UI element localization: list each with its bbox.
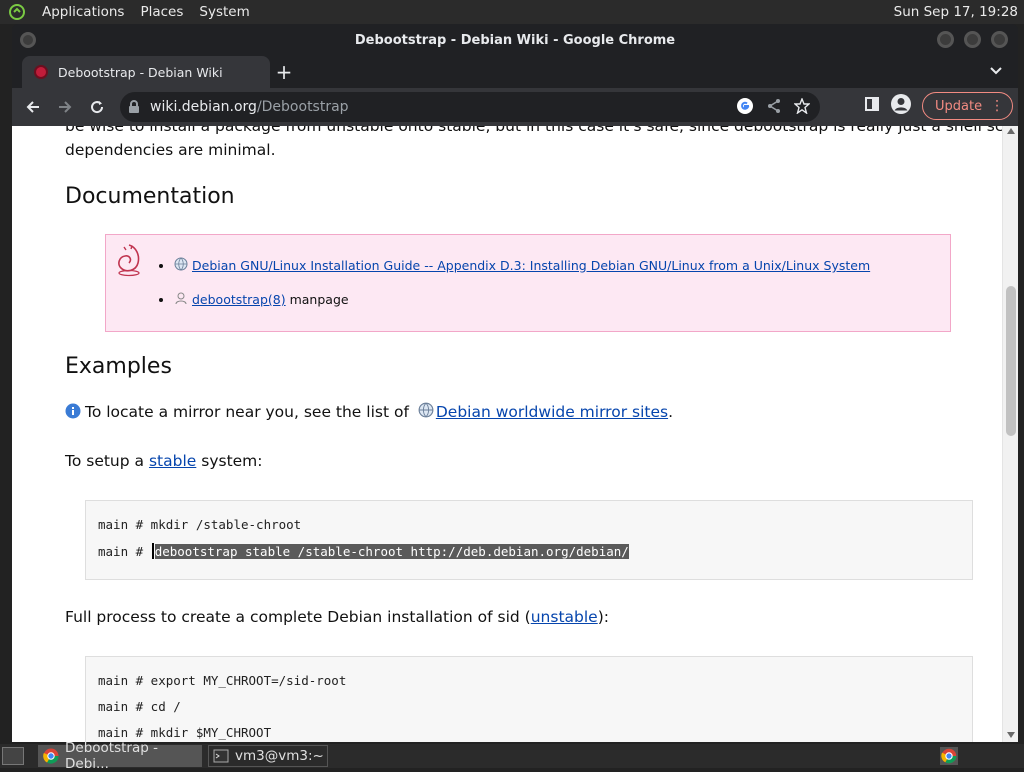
code-line[interactable]: main # mkdir $MY_CHROOT <box>98 725 271 740</box>
debian-favicon-icon <box>34 65 48 79</box>
task-chrome[interactable]: Debootstrap - Debi... <box>38 740 202 772</box>
scroll-down-icon[interactable] <box>1007 732 1015 738</box>
full-process-line: Full process to create a complete Debian… <box>65 608 609 626</box>
page-scrollbar[interactable] <box>1002 126 1018 742</box>
places-menu[interactable]: Places <box>132 0 191 24</box>
profile-icon[interactable] <box>890 93 912 119</box>
google-icon[interactable] <box>736 97 754 119</box>
browser-toolbar: wiki.debian.org/Debootstrap Update ⋮ <box>12 88 1018 126</box>
toolbar-right: Update ⋮ <box>864 92 1014 120</box>
code-line[interactable]: main # export MY_CHROOT=/sid-root <box>98 673 346 688</box>
documentation-heading: Documentation <box>65 184 235 209</box>
setup-line: To setup a stable system: <box>65 452 263 470</box>
window-titlebar[interactable]: Debootstrap - Debian Wiki - Google Chrom… <box>12 24 1018 56</box>
setup-suffix: system: <box>201 452 263 470</box>
show-desktop-button[interactable] <box>2 747 24 765</box>
menu-dots-icon: ⋮ <box>990 98 1005 114</box>
globe-icon <box>174 257 188 271</box>
browser-window: Debootstrap - Debian Wiki - Google Chrom… <box>12 24 1018 742</box>
tray-chrome-icon[interactable] <box>940 747 958 765</box>
reload-button[interactable] <box>82 92 112 122</box>
code-block-sid[interactable]: main # export MY_CHROOT=/sid-root main #… <box>85 656 973 742</box>
mirror-info-line: To locate a mirror near you, see the lis… <box>65 402 673 423</box>
applications-menu[interactable]: Applications <box>34 0 132 24</box>
full-suffix: ): <box>597 608 609 626</box>
scrollbar-thumb[interactable] <box>1006 286 1016 436</box>
tab-debootstrap[interactable]: Debootstrap - Debian Wiki <box>22 56 270 88</box>
window-title: Debootstrap - Debian Wiki - Google Chrom… <box>354 32 676 48</box>
debian-swirl-icon <box>114 243 144 277</box>
forward-button[interactable] <box>50 92 80 122</box>
minimize-button[interactable] <box>937 31 954 48</box>
panel-menus: Applications Places System <box>0 0 258 24</box>
mirror-prefix: To locate a mirror near you, see the lis… <box>85 403 409 421</box>
stable-link[interactable]: stable <box>149 452 196 470</box>
intro-paragraph: be wise to install a package from unstab… <box>65 126 1005 162</box>
reload-icon <box>91 101 104 114</box>
debian-logo-icon[interactable] <box>6 1 28 23</box>
text-cursor <box>151 543 154 559</box>
documentation-box: Debian GNU/Linux Installation Guide -- A… <box>105 234 951 332</box>
mirror-suffix: . <box>668 403 674 421</box>
back-button[interactable] <box>18 92 48 122</box>
close-button[interactable] <box>991 31 1008 48</box>
list-item: Debian GNU/Linux Installation Guide -- A… <box>174 257 870 273</box>
full-prefix: Full process to create a complete Debian… <box>65 608 531 626</box>
bottom-taskbar: Debootstrap - Debi... vm3@vm3:~ <box>0 740 1024 772</box>
side-panel-icon[interactable] <box>864 96 880 116</box>
task-terminal[interactable]: vm3@vm3:~ <box>208 745 328 767</box>
chrome-icon <box>43 748 59 764</box>
url-path: /Debootstrap <box>256 99 349 115</box>
documentation-list: Debian GNU/Linux Installation Guide -- A… <box>174 257 870 325</box>
forward-arrow-icon <box>59 101 72 113</box>
back-arrow-icon <box>26 101 39 113</box>
code-prompt: main # <box>98 544 144 559</box>
task-chrome-label: Debootstrap - Debi... <box>65 740 158 772</box>
globe-icon <box>418 402 434 422</box>
terminal-icon <box>213 748 229 764</box>
task-terminal-label: vm3@vm3:~ <box>235 748 324 764</box>
list-item: debootstrap(8) manpage <box>174 291 870 307</box>
manpage-icon <box>174 291 188 305</box>
maximize-button[interactable] <box>964 31 981 48</box>
examples-heading: Examples <box>65 354 172 379</box>
top-panel: Applications Places System Sun Sep 17, 1… <box>0 0 1024 24</box>
tab-search-button[interactable] <box>990 63 1002 79</box>
url-host: wiki.debian.org <box>150 99 257 115</box>
intro-line-2: dependencies are minimal. <box>65 141 276 159</box>
system-menu[interactable]: System <box>191 0 257 24</box>
tab-title: Debootstrap - Debian Wiki <box>58 64 223 80</box>
installation-guide-link[interactable]: Debian GNU/Linux Installation Guide -- A… <box>192 258 870 273</box>
page-viewport[interactable]: be wise to install a package from unstab… <box>12 126 1018 742</box>
update-label: Update <box>935 98 983 114</box>
update-button[interactable]: Update ⋮ <box>922 92 1014 120</box>
intro-line-1: be wise to install a package from unstab… <box>65 126 1005 135</box>
address-bar[interactable]: wiki.debian.org/Debootstrap <box>120 92 820 122</box>
window-menu-button[interactable] <box>20 32 36 48</box>
panel-clock[interactable]: Sun Sep 17, 19:28 <box>894 4 1024 20</box>
lock-icon[interactable] <box>128 100 140 114</box>
star-icon[interactable] <box>793 97 811 118</box>
code-line[interactable]: main # cd / <box>98 699 181 714</box>
debootstrap-manpage-link[interactable]: debootstrap(8) <box>192 292 286 307</box>
scroll-up-icon[interactable] <box>1007 128 1015 134</box>
mirror-sites-link[interactable]: Debian worldwide mirror sites <box>436 403 668 421</box>
code-line[interactable]: main # debootstrap stable /stable-chroot… <box>98 543 629 559</box>
info-icon <box>65 403 81 423</box>
code-block-stable[interactable]: main # mkdir /stable-chroot main # deboo… <box>85 500 973 580</box>
selected-command[interactable]: debootstrap stable /stable-chroot http:/… <box>154 544 629 559</box>
window-controls <box>937 31 1008 48</box>
share-icon[interactable] <box>766 98 782 118</box>
new-tab-button[interactable]: + <box>274 62 294 82</box>
manpage-suffix: manpage <box>285 292 349 307</box>
tab-strip: Debootstrap - Debian Wiki + <box>12 56 1018 88</box>
unstable-link[interactable]: unstable <box>531 608 598 626</box>
omnibox-actions <box>736 97 811 119</box>
setup-prefix: To setup a <box>65 452 145 470</box>
code-line[interactable]: main # mkdir /stable-chroot <box>98 517 301 532</box>
